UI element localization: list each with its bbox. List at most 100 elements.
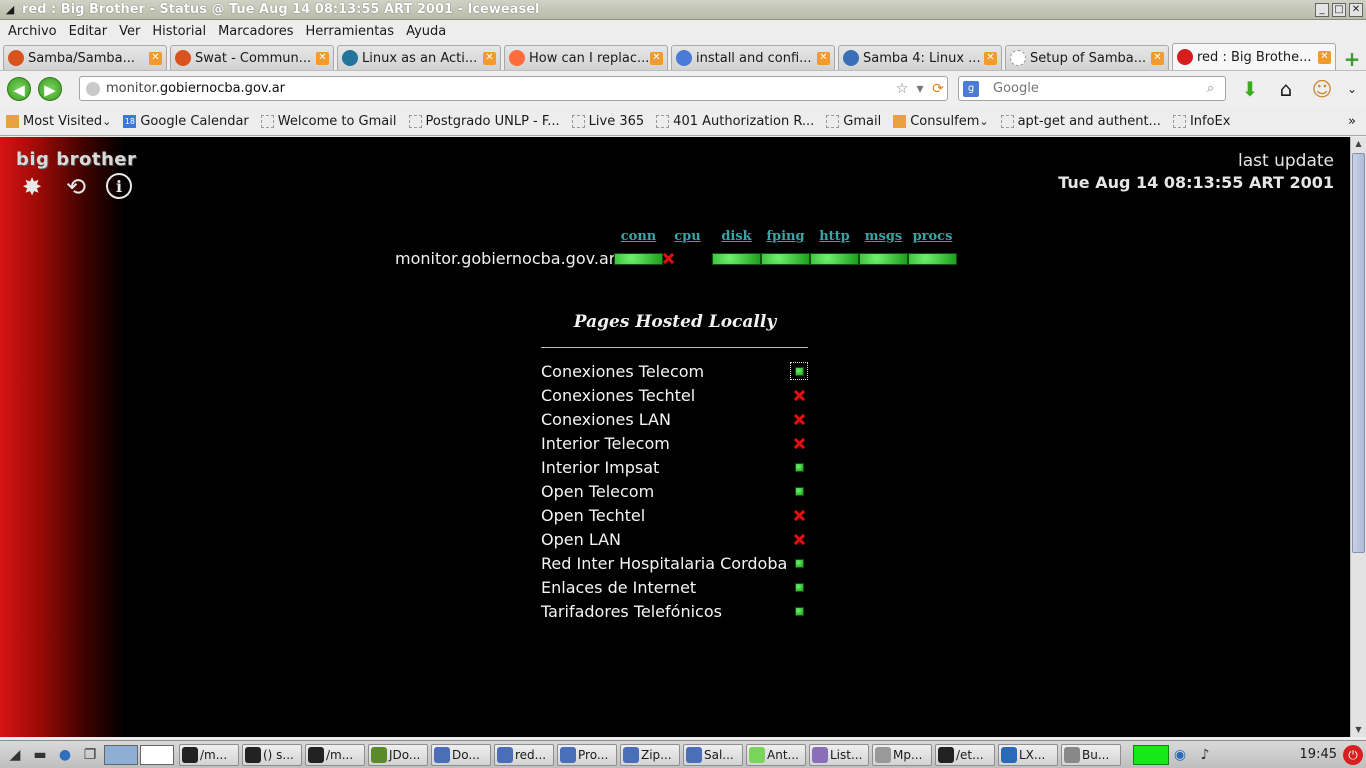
- hosted-page-status[interactable]: [790, 362, 808, 380]
- taskbar-task[interactable]: Ant...: [746, 743, 806, 766]
- bookmark-item[interactable]: Live 365: [571, 114, 644, 129]
- taskbar-task[interactable]: JDo...: [368, 743, 428, 766]
- taskbar-task[interactable]: /m...: [305, 743, 365, 766]
- taskbar-task[interactable]: Do...: [431, 743, 491, 766]
- tab-close-icon[interactable]: ✕: [149, 51, 162, 65]
- menu-historial[interactable]: Historial: [146, 24, 212, 39]
- power-icon[interactable]: ⏻: [1343, 744, 1363, 765]
- taskbar-task[interactable]: Sal...: [683, 743, 743, 766]
- taskbar-task[interactable]: () s...: [242, 743, 302, 766]
- status-green-icon[interactable]: [794, 366, 804, 376]
- network-tray-icon[interactable]: ◉: [1169, 744, 1191, 766]
- bookmark-item[interactable]: Postgrado UNLP - F...: [408, 114, 560, 129]
- taskbar-task[interactable]: Pro...: [557, 743, 617, 766]
- status-green-icon[interactable]: [859, 253, 908, 265]
- file-manager-icon[interactable]: ▬: [29, 744, 51, 766]
- status-green-icon[interactable]: [712, 253, 761, 265]
- tab-4[interactable]: install and confi... ✕: [671, 45, 835, 70]
- tab-0[interactable]: Samba/Samba... ✕: [3, 45, 167, 70]
- service-header-http[interactable]: http: [810, 229, 859, 244]
- hosted-page-status[interactable]: [790, 578, 808, 596]
- hosted-page-status[interactable]: [790, 602, 808, 620]
- url-text[interactable]: monitor.gobiernocba.gov.ar: [106, 81, 893, 96]
- status-green-icon[interactable]: [794, 558, 804, 568]
- bb-refresh-icon[interactable]: ⟲: [62, 173, 90, 201]
- service-header-msgs[interactable]: msgs: [859, 229, 908, 244]
- menu-editar[interactable]: Editar: [63, 24, 114, 39]
- bookmark-item[interactable]: Consulfem ⌄: [893, 114, 989, 129]
- addon-face-icon[interactable]: ☺: [1310, 77, 1334, 101]
- search-go-icon[interactable]: ⌕: [1207, 81, 1225, 96]
- search-engine-icon[interactable]: g: [963, 80, 979, 97]
- tab-close-icon[interactable]: ✕: [483, 51, 496, 65]
- taskbar-task[interactable]: red...: [494, 743, 554, 766]
- bb-home-icon[interactable]: ✸: [18, 173, 46, 201]
- taskbar-task[interactable]: List...: [809, 743, 869, 766]
- back-button[interactable]: ◀: [7, 76, 31, 101]
- tab-close-icon[interactable]: ✕: [650, 51, 663, 65]
- downloads-icon[interactable]: ⬇: [1238, 77, 1262, 101]
- taskbar-task[interactable]: LX...: [998, 743, 1058, 766]
- menu-archivo[interactable]: Archivo: [2, 24, 63, 39]
- taskbar-task[interactable]: Zip...: [620, 743, 680, 766]
- status-red-icon[interactable]: [794, 390, 805, 401]
- service-header-conn[interactable]: conn: [614, 229, 663, 244]
- service-header-cpu[interactable]: cpu: [663, 229, 712, 244]
- menu-herramientas[interactable]: Herramientas: [300, 24, 401, 39]
- status-green-icon[interactable]: [794, 582, 804, 592]
- bookmark-item[interactable]: Gmail: [826, 114, 881, 129]
- menu-marcadores[interactable]: Marcadores: [212, 24, 299, 39]
- tab-6[interactable]: Setup of Samba... ✕: [1005, 45, 1169, 70]
- close-window-button[interactable]: ✕: [1349, 2, 1363, 17]
- hosted-page-status[interactable]: [790, 482, 808, 500]
- status-red-icon[interactable]: [663, 253, 712, 265]
- scroll-down-icon[interactable]: ▼: [1351, 723, 1366, 737]
- scroll-thumb[interactable]: [1352, 153, 1365, 553]
- status-red-icon[interactable]: [794, 438, 805, 449]
- hosted-page-status[interactable]: [790, 530, 808, 548]
- start-menu-icon[interactable]: ◢: [4, 744, 26, 766]
- show-desktop-icon[interactable]: ❐: [79, 744, 101, 766]
- status-green-icon[interactable]: [614, 253, 663, 265]
- volume-tray-icon[interactable]: ♪: [1194, 744, 1216, 766]
- browser-launcher-icon[interactable]: ●: [54, 744, 76, 766]
- site-identity-icon[interactable]: [86, 81, 100, 96]
- status-red-icon[interactable]: [794, 510, 805, 521]
- taskbar-task[interactable]: Mp...: [872, 743, 932, 766]
- hosted-page-status[interactable]: [790, 506, 808, 524]
- reload-icon[interactable]: ⟳: [929, 81, 947, 97]
- url-dropdown-icon[interactable]: ▾: [911, 81, 929, 97]
- tab-2[interactable]: Linux as an Acti... ✕: [337, 45, 501, 70]
- desktop-pager-1[interactable]: [104, 744, 138, 765]
- bookmarks-overflow-icon[interactable]: »: [1348, 114, 1356, 129]
- taskbar-task[interactable]: /m...: [179, 743, 239, 766]
- menu-chevron-icon[interactable]: ⌄: [1340, 77, 1364, 101]
- minimize-button[interactable]: _: [1315, 2, 1329, 17]
- status-green-icon[interactable]: [794, 486, 804, 496]
- menu-ver[interactable]: Ver: [113, 24, 146, 39]
- tab-close-icon[interactable]: ✕: [984, 51, 997, 65]
- status-green-icon[interactable]: [794, 462, 804, 472]
- new-tab-icon[interactable]: +: [1341, 48, 1363, 70]
- tab-close-icon[interactable]: ✕: [817, 51, 830, 65]
- bookmark-star-icon[interactable]: ☆: [893, 81, 911, 97]
- status-green-icon[interactable]: [810, 253, 859, 265]
- search-input[interactable]: [993, 81, 1207, 96]
- tab-close-icon[interactable]: ✕: [1151, 51, 1164, 65]
- service-header-procs[interactable]: procs: [908, 229, 957, 244]
- window-menu-icon[interactable]: ◢: [0, 0, 20, 20]
- hosted-page-status[interactable]: [790, 434, 808, 452]
- tab-close-icon[interactable]: ✕: [316, 51, 329, 65]
- scroll-up-icon[interactable]: ▲: [1351, 137, 1366, 151]
- service-header-fping[interactable]: fping: [761, 229, 810, 244]
- tab-close-icon[interactable]: ✕: [1318, 50, 1331, 64]
- desktop-pager-2[interactable]: [140, 744, 174, 765]
- status-red-icon[interactable]: [794, 534, 805, 545]
- menu-ayuda[interactable]: Ayuda: [400, 24, 452, 39]
- tab-1[interactable]: Swat - Commun... ✕: [170, 45, 334, 70]
- status-green-icon[interactable]: [794, 606, 804, 616]
- hosted-page-status[interactable]: [790, 410, 808, 428]
- tab-5[interactable]: Samba 4: Linux ... ✕: [838, 45, 1002, 70]
- tab-3[interactable]: How can I replac... ✕: [504, 45, 668, 70]
- bookmark-item[interactable]: 401 Authorization R...: [656, 114, 814, 129]
